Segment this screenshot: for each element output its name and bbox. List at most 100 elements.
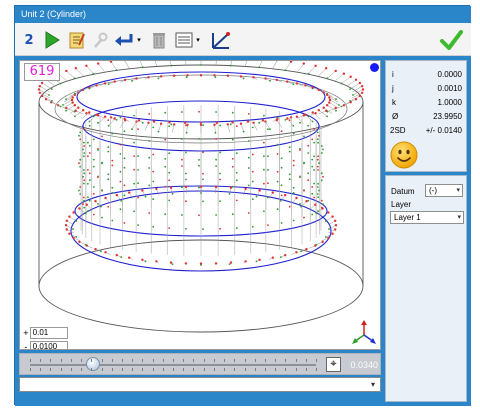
lower-ring-point-green [100,250,102,253]
top-ring-point-red [38,91,41,94]
tolerance-minus-input[interactable]: 0.0100 [29,341,68,349]
rim-ring-point-red [73,104,76,107]
wall-point [148,212,151,214]
delete-icon[interactable] [151,30,167,50]
3d-viewport[interactable]: 619 + 0.01 - 0.0100 [19,60,381,350]
datum-select[interactable]: (-) ▾ [425,184,463,197]
top-ring-point-red [85,64,88,67]
wall-point [164,111,167,114]
wall-point [292,192,295,194]
wall-point [317,141,319,144]
lower-ring-point-red [104,196,107,200]
lower-ring-point-red [169,186,173,189]
wall-point [123,130,126,133]
wall-point [119,153,122,155]
wall-point [168,227,171,230]
wall-point [202,228,204,231]
rim-ring-point-red [295,115,299,118]
layer-select[interactable]: Layer 1 ▾ [390,211,464,224]
rim-ring-whisker [131,121,137,130]
top-ring-whisker [318,110,327,115]
top-ring-point-green [73,110,76,113]
tolerance-minus-row: - 0.0100 [22,341,68,349]
slider-tick [193,359,195,362]
rim-ring-point-red [124,119,127,122]
play-icon[interactable] [43,30,61,50]
fit-view-icon[interactable]: ⌖ [326,357,341,372]
wall-point [280,222,283,224]
wall-point [181,158,183,161]
top-ring-point-red [152,120,156,123]
ok-checkmark-icon[interactable] [439,28,463,52]
wrench-icon[interactable] [91,30,109,50]
lower-ring-point-red [184,185,188,189]
rim-ring-point-green [214,131,217,134]
result-diameter-row: Ø 23.9950 [386,111,468,123]
wall-point [313,169,315,171]
wall-point [231,158,234,160]
wall-point [101,189,103,192]
wall-point [202,178,204,181]
wall-point [267,169,269,171]
wall-point [267,155,269,158]
lower-ring-point-red [334,219,337,222]
top-ring-point-red [302,62,305,65]
wall-point [316,186,319,188]
table-dropdown-icon[interactable]: ▾ [195,30,201,50]
wall-point [133,155,135,157]
lower-ring-point-red [214,262,218,265]
lower-ring-whisker [328,220,336,226]
wall-point [111,159,114,162]
slider-tick [121,368,123,371]
slider-tick [30,368,31,371]
slider-tick [213,359,215,362]
lower-ring-point-red [331,215,334,218]
wall-point [168,171,171,174]
wall-point [92,158,95,161]
rim-ring-point-green [214,76,217,79]
top-ring-whisker [75,110,84,115]
slider-tick [244,368,246,371]
wall-point [313,196,315,199]
wall-point [83,196,85,199]
rim-ring-point-red [199,74,203,77]
lower-ring-point-red [141,258,144,261]
rim-ring-point-red [322,91,325,94]
report-icon[interactable] [67,30,87,50]
wall-point [267,196,269,199]
wall-point [79,186,82,188]
wall-point [185,124,187,127]
rim-ring-point-red [304,113,307,116]
result-2sd-value: +/- 0.0140 [425,126,462,135]
top-ring-point-red [261,119,265,122]
axes-icon[interactable] [209,30,233,50]
table-icon[interactable] [175,30,193,50]
rim-ring-point-red [147,121,150,124]
wall-point [87,182,89,185]
wall-point [79,131,82,134]
wall-point [97,149,99,151]
return-icon[interactable] [113,30,135,50]
lower-ring-point-red [68,215,71,218]
slider-tick [132,359,134,362]
top-ring-whisker [352,86,363,93]
rim-ring-point-red [88,111,91,114]
wall-point [317,196,319,199]
wall-point [292,186,295,189]
top-ring-whisker [341,76,351,84]
slider-thumb[interactable] [85,357,100,371]
wall-point [267,128,269,130]
wall-point [280,157,283,160]
return-dropdown-icon[interactable]: ▾ [136,30,142,50]
wall-point [313,182,315,185]
bottom-dropdown[interactable]: ▾ [19,377,381,392]
tolerance-plus-input[interactable]: 0.01 [29,327,68,339]
lower-ring-point-red [128,256,131,259]
slider-tick [60,368,62,371]
top-ring-whisker [318,68,327,77]
top-ring-point-red [215,121,219,124]
top-ring-point-green [51,88,53,90]
wall-point [78,134,80,137]
slider-track[interactable] [30,364,316,366]
top-ring-point-red [334,69,337,73]
